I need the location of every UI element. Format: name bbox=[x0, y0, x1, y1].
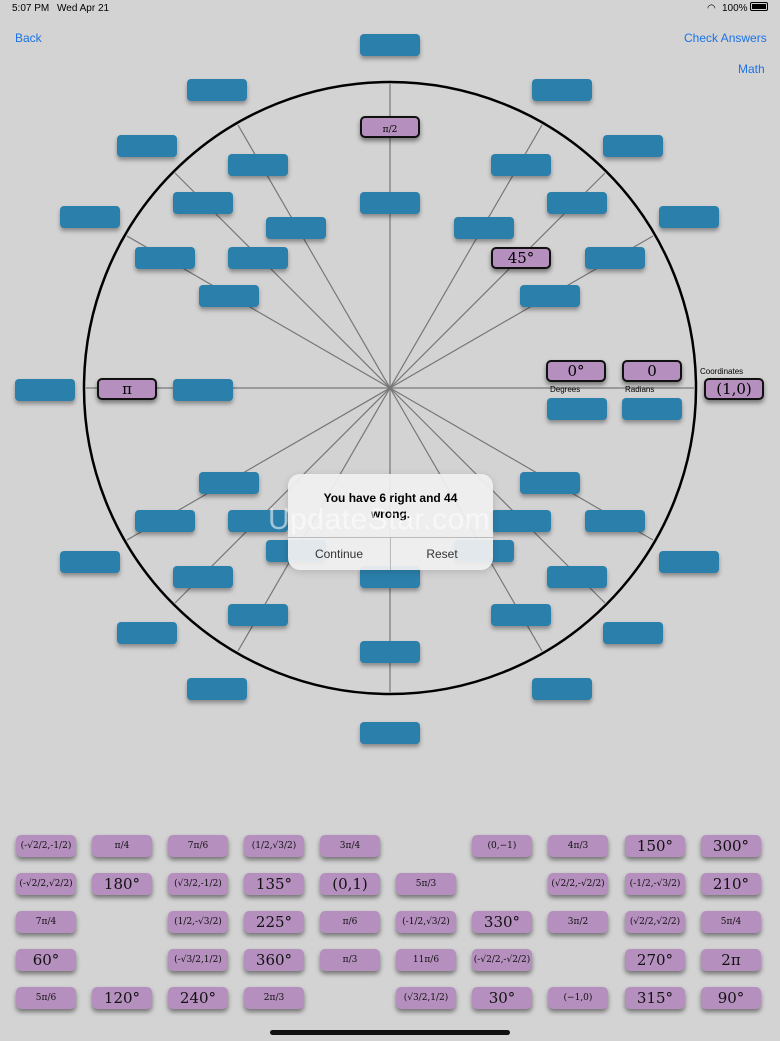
answer-slot[interactable] bbox=[603, 622, 663, 644]
score-message: You have 6 right and 44 wrong. bbox=[323, 491, 458, 521]
answer-tile[interactable]: (√2/2,-√2/2) bbox=[548, 873, 608, 895]
reset-button[interactable]: Reset bbox=[391, 538, 493, 570]
answer-slot[interactable] bbox=[659, 551, 719, 573]
answer-tile[interactable]: 315° bbox=[625, 987, 685, 1009]
answer-slot[interactable] bbox=[491, 604, 551, 626]
answer-tile[interactable]: (1/2,-√3/2) bbox=[168, 911, 228, 933]
answer-tile[interactable]: 135° bbox=[244, 873, 304, 895]
home-indicator[interactable] bbox=[270, 1030, 510, 1035]
answer-slot[interactable] bbox=[187, 79, 247, 101]
answer-slot[interactable] bbox=[199, 472, 259, 494]
answer-tile[interactable]: (0,1) bbox=[320, 873, 380, 895]
radians-label: Radians bbox=[625, 385, 655, 394]
answer-slot[interactable] bbox=[659, 206, 719, 228]
answer-slot[interactable] bbox=[360, 34, 420, 56]
answer-slot[interactable] bbox=[266, 217, 326, 239]
answer-slot[interactable] bbox=[585, 510, 645, 532]
answer-slot[interactable] bbox=[547, 192, 607, 214]
answer-slot[interactable] bbox=[532, 79, 592, 101]
answer-tile[interactable]: 3π/4 bbox=[320, 835, 380, 857]
answer-tile[interactable]: (1/2,√3/2) bbox=[244, 835, 304, 857]
coordinates-label: Coordinates bbox=[700, 367, 744, 376]
answer-tile[interactable]: π/6 bbox=[320, 911, 380, 933]
answer-tile[interactable]: 360° bbox=[244, 949, 304, 971]
answer-slot[interactable] bbox=[173, 566, 233, 588]
answer-slot[interactable] bbox=[15, 379, 75, 401]
answer-slot[interactable] bbox=[585, 247, 645, 269]
answer-slot[interactable] bbox=[547, 398, 607, 420]
answer-tile[interactable]: 4π/3 bbox=[548, 835, 608, 857]
answer-tile[interactable]: 3π/2 bbox=[548, 911, 608, 933]
answer-slot[interactable] bbox=[622, 398, 682, 420]
answer-tile[interactable]: 240° bbox=[168, 987, 228, 1009]
answer-slot[interactable] bbox=[532, 678, 592, 700]
answer-tile[interactable]: 225° bbox=[244, 911, 304, 933]
answer-slot[interactable] bbox=[228, 247, 288, 269]
answer-slot[interactable] bbox=[199, 285, 259, 307]
answer-slot[interactable] bbox=[60, 206, 120, 228]
answer-slot[interactable] bbox=[520, 472, 580, 494]
answer-slot[interactable] bbox=[135, 247, 195, 269]
placed-answer-45-degrees[interactable]: 45° bbox=[491, 247, 551, 269]
answer-tile[interactable]: 5π/3 bbox=[396, 873, 456, 895]
answer-tile[interactable]: (-1/2,√3/2) bbox=[396, 911, 456, 933]
answer-slot[interactable] bbox=[60, 551, 120, 573]
answer-tile[interactable]: (−1,0) bbox=[548, 987, 608, 1009]
answer-tile[interactable]: (√3/2,-1/2) bbox=[168, 873, 228, 895]
answer-tile[interactable]: 270° bbox=[625, 949, 685, 971]
answer-tile[interactable]: 7π/6 bbox=[168, 835, 228, 857]
answer-tile[interactable]: 2π/3 bbox=[244, 987, 304, 1009]
answer-tile[interactable]: 5π/4 bbox=[701, 911, 761, 933]
placed-answer-coordinates[interactable]: (1,0) bbox=[704, 378, 764, 400]
degrees-label: Degrees bbox=[550, 385, 581, 394]
answer-tile[interactable]: 60° bbox=[16, 949, 76, 971]
answer-slot[interactable] bbox=[228, 510, 288, 532]
answer-tile[interactable]: 30° bbox=[472, 987, 532, 1009]
answer-slot[interactable] bbox=[228, 604, 288, 626]
answer-slot[interactable] bbox=[117, 622, 177, 644]
answer-slot[interactable] bbox=[135, 510, 195, 532]
answer-slot[interactable] bbox=[491, 510, 551, 532]
answer-tile[interactable]: 330° bbox=[472, 911, 532, 933]
continue-button[interactable]: Continue bbox=[288, 538, 390, 570]
answer-tile[interactable]: 90° bbox=[701, 987, 761, 1009]
answer-tile[interactable]: π/3 bbox=[320, 949, 380, 971]
answer-tile[interactable]: (-√2/2,-1/2) bbox=[16, 835, 76, 857]
answer-tile[interactable]: π/4 bbox=[92, 835, 152, 857]
score-dialog: You have 6 right and 44 wrong. Continue … bbox=[288, 474, 493, 570]
answer-tile[interactable]: 7π/4 bbox=[16, 911, 76, 933]
answer-slot[interactable] bbox=[491, 154, 551, 176]
answer-tile[interactable]: 120° bbox=[92, 987, 152, 1009]
answer-tile[interactable]: (-√2/2,√2/2) bbox=[16, 873, 76, 895]
answer-tile[interactable]: 300° bbox=[701, 835, 761, 857]
answer-tile[interactable]: (-√3/2,1/2) bbox=[168, 949, 228, 971]
answer-tile[interactable]: (-√2/2,-√2/2) bbox=[472, 949, 532, 971]
placed-answer-degrees[interactable]: 0° bbox=[546, 360, 606, 382]
placed-answer-radians[interactable]: 0 bbox=[622, 360, 682, 382]
answer-tile[interactable]: 150° bbox=[625, 835, 685, 857]
answer-tile[interactable]: (√3/2,1/2) bbox=[396, 987, 456, 1009]
answer-slot[interactable] bbox=[173, 379, 233, 401]
answer-tile[interactable]: (-1/2,-√3/2) bbox=[625, 873, 685, 895]
answer-slot[interactable] bbox=[117, 135, 177, 157]
answer-tile[interactable]: 11π/6 bbox=[396, 949, 456, 971]
answer-slot[interactable] bbox=[360, 641, 420, 663]
answer-tile[interactable]: 210° bbox=[701, 873, 761, 895]
placed-answer-pi[interactable]: π bbox=[97, 378, 157, 400]
answer-slot[interactable] bbox=[360, 192, 420, 214]
answer-slot[interactable] bbox=[360, 722, 420, 744]
answer-tile[interactable]: (0,−1) bbox=[472, 835, 532, 857]
answer-slot[interactable] bbox=[520, 285, 580, 307]
answer-tile[interactable]: 5π/6 bbox=[16, 987, 76, 1009]
answer-slot[interactable] bbox=[228, 154, 288, 176]
answer-tile[interactable]: 2π bbox=[701, 949, 761, 971]
answer-slot[interactable] bbox=[454, 217, 514, 239]
answer-slot[interactable] bbox=[603, 135, 663, 157]
answer-tile[interactable]: 180° bbox=[92, 873, 152, 895]
answer-tile[interactable]: (√2/2,√2/2) bbox=[625, 911, 685, 933]
answer-slot[interactable] bbox=[173, 192, 233, 214]
answer-slot[interactable] bbox=[187, 678, 247, 700]
answer-slot[interactable] bbox=[547, 566, 607, 588]
placed-answer-top[interactable]: π/2 bbox=[360, 116, 420, 138]
